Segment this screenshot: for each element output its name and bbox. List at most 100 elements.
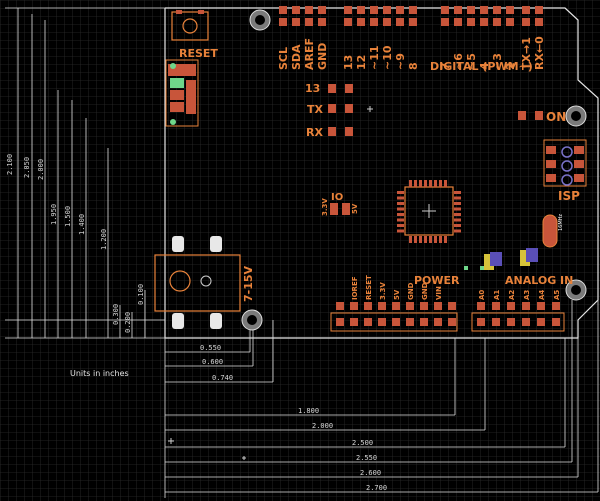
power-pin-label: IOREF: [351, 276, 359, 300]
header-pin-pad: [441, 18, 449, 26]
header-pin-pad: [396, 6, 404, 14]
header-pin-pad: [493, 18, 501, 26]
analog-pin-label: A0: [478, 290, 486, 300]
dim-h-8: 2.700: [366, 484, 387, 492]
header-pin-pad: [344, 6, 352, 14]
on-led-pad: [518, 111, 526, 120]
led-rx-pad: [328, 127, 336, 136]
digital-pin-label: 8: [407, 62, 420, 70]
dim-h-6: 2.550: [356, 454, 377, 462]
header-pin-pad: [467, 18, 475, 26]
power-pin-label: 5V: [393, 289, 401, 300]
digital-pin-label: ~11: [368, 45, 381, 70]
grid-background: [0, 0, 600, 501]
header-pin-pad: [522, 18, 530, 26]
dim-v-9: 0.100: [137, 284, 145, 305]
header-pin-pad: [535, 6, 543, 14]
dim-h-3: 1.800: [298, 407, 319, 415]
on-led-pad-2: [535, 111, 543, 120]
led-tx-pad: [328, 104, 336, 113]
header-pin-pad: [305, 6, 313, 14]
dim-h-4: 2.000: [312, 422, 333, 430]
header-pin-pad: [357, 6, 365, 14]
analog-pin-label: A1: [493, 290, 501, 300]
tx-led-label: TX: [307, 103, 324, 116]
power-pin-label: VIN: [435, 286, 443, 300]
header-pin-pad: [292, 6, 300, 14]
dim-v-7: 0.300: [112, 304, 120, 325]
header-pin-pad: [454, 6, 462, 14]
header-pin-pad: [454, 18, 462, 26]
led-tx-pad-2: [345, 104, 353, 113]
power-label: POWER: [414, 274, 460, 287]
dim-h-5: 2.500: [352, 439, 373, 447]
digital-label: DIGITAL (PWM~): [430, 60, 533, 73]
header-pin-pad: [279, 18, 287, 26]
dim-v-5: 1.400: [78, 214, 86, 235]
header-pin-pad: [506, 6, 514, 14]
header-pin-pad: [344, 18, 352, 26]
header-pin-pad: [493, 6, 501, 14]
digital-pin-label: ~10: [381, 45, 394, 70]
header-pin-pad: [383, 18, 391, 26]
ioref-label: IO: [331, 192, 343, 203]
header-pin-pad: [318, 18, 326, 26]
pin13-led-label: 13: [305, 82, 320, 95]
isp-label: ISP: [558, 189, 580, 203]
digital-pin-label: RX←0: [533, 36, 546, 70]
eagle-board-canvas[interactable]: 2.100 2.050 2.000 1.950 1.500 1.400 1.20…: [0, 0, 600, 501]
dim-v-6: 1.200: [100, 229, 108, 250]
digital-pin-label: 12: [355, 55, 368, 70]
analog-pin-label: A5: [553, 290, 561, 300]
header-pin-pad: [480, 6, 488, 14]
digital-pin-label: SCL: [277, 47, 290, 70]
header-pin-pad: [396, 18, 404, 26]
dim-h-1: 0.600: [202, 358, 223, 366]
header-pin-pad: [409, 18, 417, 26]
header-pin-pad: [535, 18, 543, 26]
header-pin-pad: [370, 6, 378, 14]
dim-v-3: 1.950: [50, 204, 58, 225]
header-pin-pad: [480, 18, 488, 26]
dim-v-2: 2.000: [37, 159, 45, 180]
analog-pin-label: A3: [523, 290, 531, 300]
header-pin-pad: [305, 18, 313, 26]
header-pin-pad: [318, 6, 326, 14]
header-pin-pad: [467, 6, 475, 14]
power-pin-label: 3.3V: [379, 282, 387, 300]
reset-label: RESET: [179, 47, 218, 60]
dim-v-0: 2.100: [6, 154, 14, 175]
header-pin-pad: [506, 18, 514, 26]
digital-pin-label: SDA: [290, 44, 303, 70]
vin-range-label: 7-15V: [242, 265, 255, 302]
dim-h-2: 0.740: [212, 374, 233, 382]
analog-pin-label: A2: [508, 290, 516, 300]
digital-pin-label: 13: [342, 55, 355, 70]
dim-h-7: 2.600: [360, 469, 381, 477]
header-pin-pad: [279, 6, 287, 14]
rx-led-label: RX: [306, 126, 323, 139]
header-pin-pad: [370, 18, 378, 26]
svg-text:16MHz: 16MHz: [558, 214, 564, 231]
on-label: ON: [546, 110, 566, 124]
digital-pin-label: AREF: [303, 38, 316, 70]
ioref-3v3-label: 3.3V: [321, 198, 329, 216]
analog-pin-label: A4: [538, 290, 546, 300]
digital-pin-label: ~9: [394, 53, 407, 70]
led-13-pad-2: [345, 84, 353, 93]
header-pin-pad: [522, 6, 530, 14]
digital-pin-label: GND: [316, 43, 329, 70]
header-pin-pad: [383, 6, 391, 14]
dim-v-8: 0.200: [124, 312, 132, 333]
dim-v-4: 1.500: [64, 206, 72, 227]
dim-v-1: 2.050: [23, 157, 31, 178]
analog-label: ANALOG IN: [505, 274, 573, 287]
led-13-pad: [328, 84, 336, 93]
board-drawing: 2.100 2.050 2.000 1.950 1.500 1.400 1.20…: [0, 0, 600, 501]
units-note: Units in inches: [70, 369, 129, 378]
header-pin-pad: [357, 18, 365, 26]
header-pin-pad: [409, 6, 417, 14]
led-rx-pad-2: [345, 127, 353, 136]
header-pin-pad: [292, 18, 300, 26]
ioref-5v-label: 5V: [351, 203, 359, 214]
